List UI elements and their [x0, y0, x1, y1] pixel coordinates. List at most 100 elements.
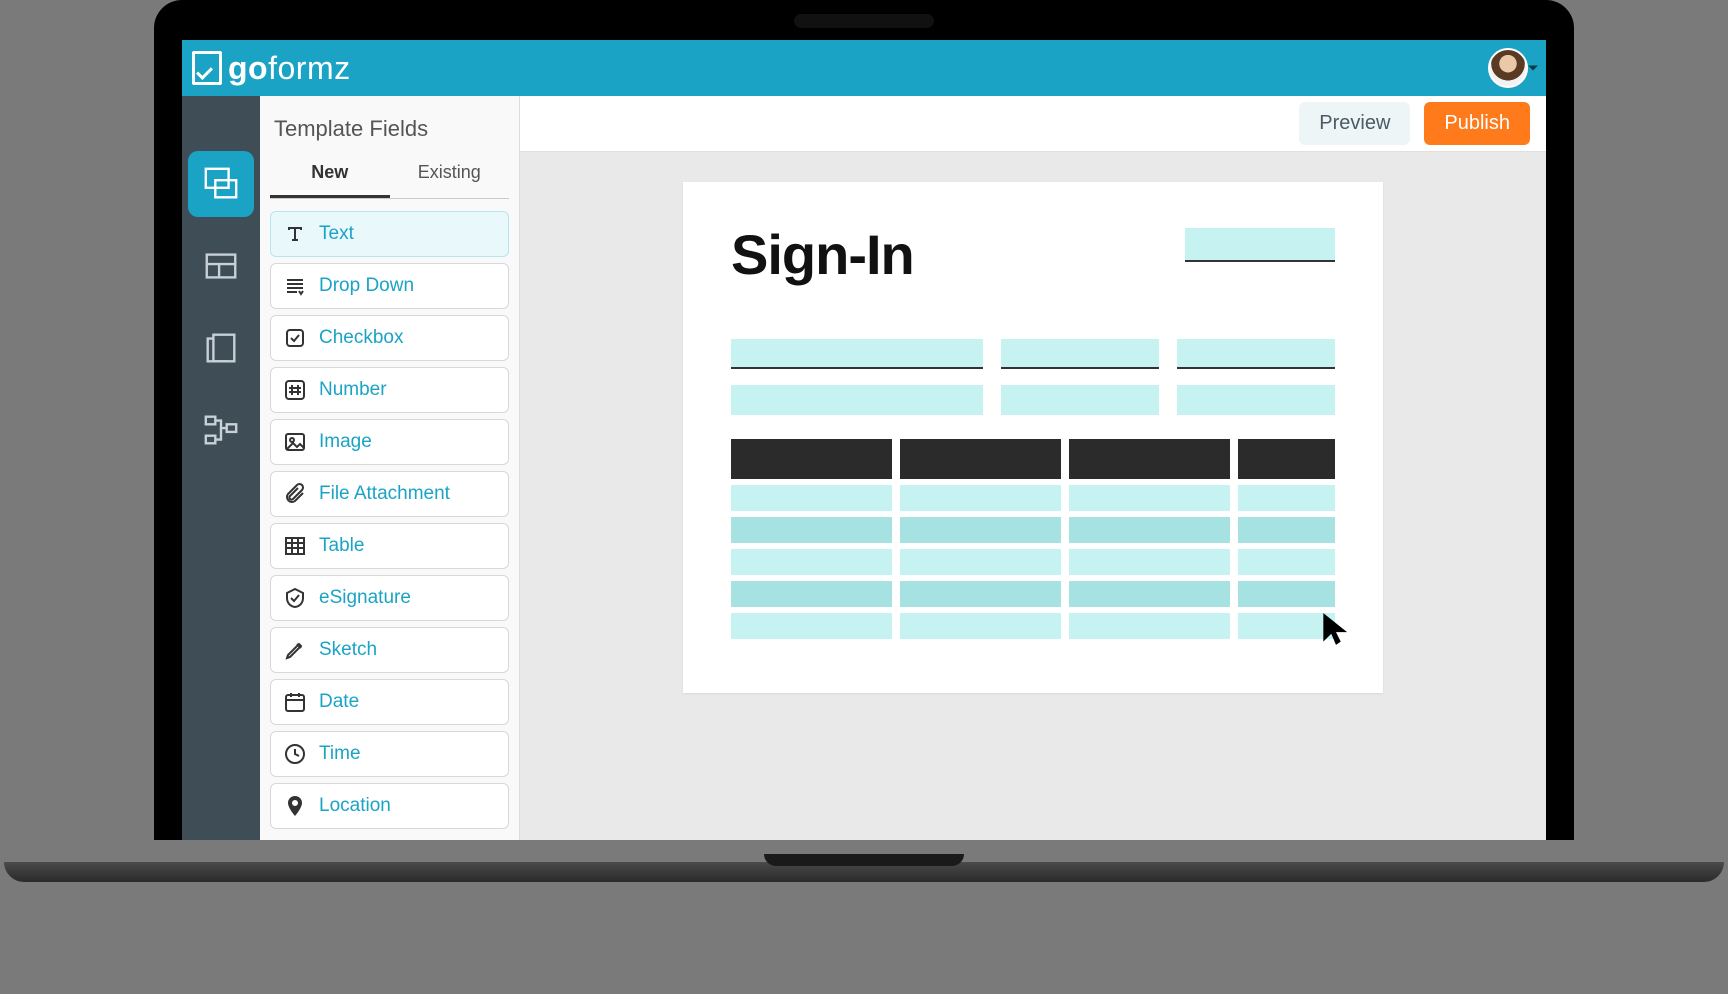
laptop-mock: goformz — [154, 0, 1574, 840]
table-body — [731, 485, 1335, 639]
field-type-label: Checkbox — [319, 327, 404, 349]
table-row — [731, 549, 1335, 575]
field-type-esignature[interactable]: eSignature — [270, 575, 509, 621]
table-header-cell[interactable] — [1238, 439, 1335, 479]
table-row — [731, 581, 1335, 607]
sections-icon — [202, 247, 240, 285]
table-cell[interactable] — [1069, 581, 1230, 607]
brand-logo[interactable]: goformz — [192, 50, 351, 87]
field-slot[interactable] — [1177, 385, 1335, 415]
field-type-label: Text — [319, 223, 354, 245]
field-row-1 — [731, 339, 1335, 369]
dropdown-icon — [283, 274, 307, 298]
pages-icon — [202, 329, 240, 367]
field-type-label: File Attachment — [319, 483, 450, 505]
table-row — [731, 613, 1335, 639]
image-icon — [283, 430, 307, 454]
cursor-icon — [1317, 610, 1355, 653]
app-body: Template Fields New Existing TextDrop Do… — [182, 96, 1546, 840]
number-icon — [283, 378, 307, 402]
panel-tabs: New Existing — [270, 152, 509, 199]
canvas[interactable]: Sign-In — [520, 152, 1546, 840]
table-header-cell[interactable] — [731, 439, 892, 479]
device-hinge-notch — [764, 854, 964, 866]
field-slot[interactable] — [731, 385, 983, 415]
rail-layout[interactable] — [188, 151, 254, 217]
table-cell[interactable] — [1069, 613, 1230, 639]
field-type-label: Image — [319, 431, 372, 453]
table-cell[interactable] — [731, 517, 892, 543]
field-type-location[interactable]: Location — [270, 783, 509, 829]
table-cell[interactable] — [1069, 517, 1230, 543]
table-cell[interactable] — [900, 613, 1061, 639]
field-type-label: Time — [319, 743, 361, 765]
field-slot[interactable] — [1177, 339, 1335, 369]
table-cell[interactable] — [731, 581, 892, 607]
brand-suffix: formz — [268, 50, 351, 86]
field-slot[interactable] — [1001, 339, 1159, 369]
field-type-attachment[interactable]: File Attachment — [270, 471, 509, 517]
field-type-number[interactable]: Number — [270, 367, 509, 413]
brand-prefix: go — [228, 50, 268, 86]
tool-rail — [182, 96, 260, 840]
rail-pages[interactable] — [188, 315, 254, 381]
logo-mark-icon — [192, 51, 222, 85]
table-cell[interactable] — [900, 549, 1061, 575]
field-type-label: Drop Down — [319, 275, 414, 297]
action-bar: Preview Publish — [520, 96, 1546, 152]
field-type-label: Date — [319, 691, 359, 713]
attachment-icon — [283, 482, 307, 506]
field-type-time[interactable]: Time — [270, 731, 509, 777]
tab-new[interactable]: New — [270, 152, 390, 198]
chevron-down-icon — [1528, 66, 1538, 71]
table-cell[interactable] — [731, 613, 892, 639]
table-cell[interactable] — [1238, 581, 1335, 607]
field-type-label: Number — [319, 379, 387, 401]
table-cell[interactable] — [900, 581, 1061, 607]
table-cell[interactable] — [900, 485, 1061, 511]
sketch-icon — [283, 638, 307, 662]
table-header-row — [731, 439, 1335, 479]
rail-sections[interactable] — [188, 233, 254, 299]
field-row-2 — [731, 385, 1335, 415]
preview-button[interactable]: Preview — [1299, 102, 1410, 145]
table-cell[interactable] — [1238, 517, 1335, 543]
table-cell[interactable] — [900, 517, 1061, 543]
field-type-checkbox[interactable]: Checkbox — [270, 315, 509, 361]
field-type-sketch[interactable]: Sketch — [270, 627, 509, 673]
table-row — [731, 517, 1335, 543]
date-icon — [283, 690, 307, 714]
user-avatar[interactable] — [1488, 48, 1528, 88]
field-type-label: Location — [319, 795, 391, 817]
field-slot-header[interactable] — [1185, 228, 1335, 262]
table-row — [731, 485, 1335, 511]
form-table[interactable] — [731, 439, 1335, 639]
field-type-image[interactable]: Image — [270, 419, 509, 465]
table-header-cell[interactable] — [1069, 439, 1230, 479]
table-cell[interactable] — [1238, 485, 1335, 511]
esignature-icon — [283, 586, 307, 610]
rail-flow[interactable] — [188, 397, 254, 463]
table-icon — [283, 534, 307, 558]
device-camera — [794, 14, 934, 28]
field-type-date[interactable]: Date — [270, 679, 509, 725]
table-cell[interactable] — [731, 485, 892, 511]
table-cell[interactable] — [1069, 485, 1230, 511]
form-title: Sign-In — [731, 222, 914, 287]
field-type-text[interactable]: Text — [270, 211, 509, 257]
table-header-cell[interactable] — [900, 439, 1061, 479]
location-icon — [283, 794, 307, 818]
tab-existing[interactable]: Existing — [390, 152, 510, 198]
field-slot[interactable] — [731, 339, 983, 369]
form-page[interactable]: Sign-In — [683, 182, 1383, 693]
field-slot[interactable] — [1001, 385, 1159, 415]
publish-button[interactable]: Publish — [1424, 102, 1530, 145]
table-cell[interactable] — [731, 549, 892, 575]
device-bezel: goformz — [154, 0, 1574, 840]
table-cell[interactable] — [1238, 549, 1335, 575]
field-type-dropdown[interactable]: Drop Down — [270, 263, 509, 309]
table-cell[interactable] — [1069, 549, 1230, 575]
field-type-table[interactable]: Table — [270, 523, 509, 569]
field-type-label: eSignature — [319, 587, 411, 609]
flow-icon — [202, 411, 240, 449]
